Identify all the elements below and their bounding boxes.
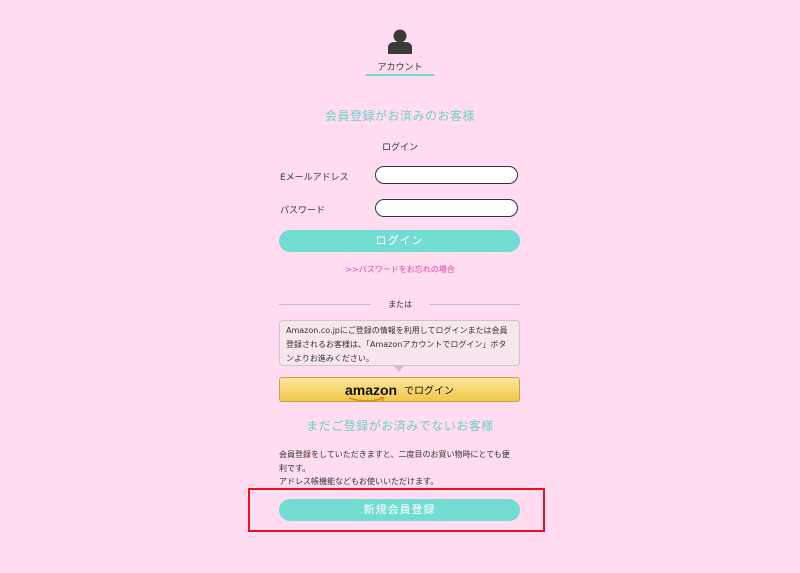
forgot-password-link[interactable]: >>パスワードをお忘れの場合 xyxy=(280,264,520,275)
email-label: Eメールアドレス xyxy=(280,173,349,183)
highlight-box xyxy=(248,488,545,532)
amazon-wordmark: amazon xyxy=(344,381,398,398)
amazon-login-button[interactable]: amazon でログイン xyxy=(279,377,520,402)
amazon-login-text: でログイン xyxy=(404,386,454,397)
email-field[interactable] xyxy=(375,166,518,184)
amazon-info-box: Amazon.co.jpにご登録の情報を利用してログインまたは会員登録されるお客… xyxy=(279,320,520,366)
amazon-info-arrow xyxy=(394,366,404,372)
register-desc-line1: 会員登録をしていただきますと、二度目のお買い物時にとても便 xyxy=(279,450,510,459)
password-field[interactable] xyxy=(375,199,518,217)
new-member-section-title: まだご登録がお済みでないお客様 xyxy=(306,419,494,433)
login-button[interactable]: ログイン xyxy=(279,230,520,252)
divider-right xyxy=(429,304,520,305)
login-heading: ログイン xyxy=(381,143,418,153)
account-icon[interactable] xyxy=(388,28,412,54)
register-desc-line2: 利です。 xyxy=(279,463,311,473)
amazon-smile-icon xyxy=(348,396,385,402)
account-tab-underline xyxy=(366,74,434,76)
register-desc-line3: アドレス帳機能などもお使いいただけます。 xyxy=(279,477,439,486)
divider-left xyxy=(279,304,371,305)
account-label[interactable]: アカウント xyxy=(366,60,434,73)
register-description: 会員登録をしていただきますと、二度目のお買い物時にとても便 利です。 アドレス帳… xyxy=(279,448,524,489)
member-section-title: 会員登録がお済みのお客様 xyxy=(324,109,475,123)
or-divider-text: または xyxy=(388,300,412,309)
amazon-logo: amazon xyxy=(344,381,401,402)
password-label: パスワード xyxy=(280,206,326,216)
